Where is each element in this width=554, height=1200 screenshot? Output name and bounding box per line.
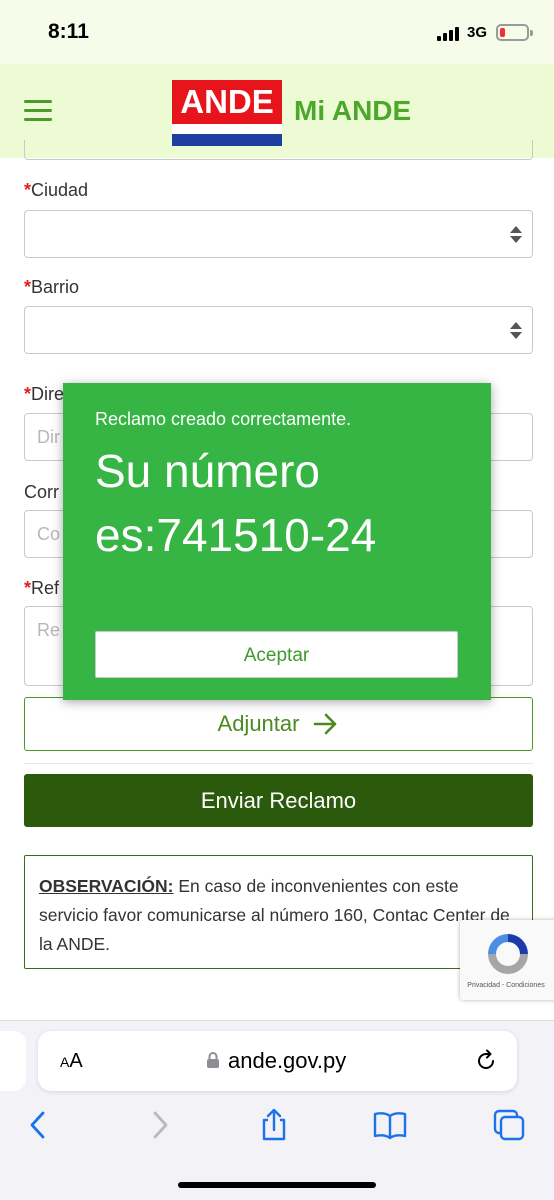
menu-icon[interactable] xyxy=(24,100,52,124)
back-icon[interactable] xyxy=(22,1108,56,1142)
network-type: 3G xyxy=(467,24,488,41)
adjuntar-label: Adjuntar xyxy=(217,711,300,736)
referencia-label: *Ref xyxy=(24,578,60,598)
divider xyxy=(24,763,533,764)
modal-message: Su número es:741510-24 xyxy=(95,445,377,561)
tabs-icon[interactable] xyxy=(492,1108,526,1142)
correo-label: Corr xyxy=(24,482,59,502)
previous-tab-peek[interactable] xyxy=(0,1031,26,1091)
battery-icon xyxy=(496,24,533,41)
signal-icon xyxy=(437,27,459,41)
direccion-label: *Dire xyxy=(24,384,65,404)
url-text: ande.gov.py xyxy=(228,1048,347,1073)
forward-icon[interactable] xyxy=(142,1108,176,1142)
ciudad-select[interactable] xyxy=(24,210,533,258)
previous-field[interactable] xyxy=(24,140,533,160)
enviar-reclamo-button[interactable]: Enviar Reclamo xyxy=(24,774,533,827)
barrio-label: *Barrio xyxy=(24,277,80,297)
arrow-right-icon xyxy=(314,713,337,735)
select-arrows-icon xyxy=(510,322,522,340)
page: 8:11 3G ANDE Mi ANDE *Ciudad *Barrio *Di… xyxy=(0,0,554,1200)
status-bar: 8:11 3G xyxy=(0,0,554,64)
bookmarks-icon[interactable] xyxy=(373,1108,407,1142)
share-icon[interactable] xyxy=(257,1108,291,1142)
barrio-select[interactable] xyxy=(24,306,533,354)
status-time: 8:11 xyxy=(48,20,89,43)
recaptcha-terms[interactable]: Privacidad - Condiciones xyxy=(460,982,552,989)
ande-logo[interactable]: ANDE xyxy=(172,80,282,146)
recaptcha-badge[interactable]: Privacidad - Condiciones xyxy=(460,920,554,1000)
lock-icon xyxy=(207,1052,219,1068)
observacion-title: OBSERVACIÓN: xyxy=(39,876,174,896)
success-modal: Reclamo creado correctamente. Su número … xyxy=(63,383,491,700)
logo-text: ANDE xyxy=(172,80,282,124)
address-bar[interactable]: AA ande.gov.py xyxy=(38,1031,517,1091)
observacion-box: OBSERVACIÓN: En caso de inconvenientes c… xyxy=(24,855,533,969)
modal-subtitle: Reclamo creado correctamente. xyxy=(95,409,352,429)
select-arrows-icon xyxy=(510,226,522,244)
reload-icon[interactable] xyxy=(474,1048,498,1072)
recaptcha-icon xyxy=(488,934,528,974)
home-indicator xyxy=(178,1182,376,1188)
adjuntar-button[interactable]: Adjuntar xyxy=(24,697,533,751)
app-title: Mi ANDE xyxy=(294,95,412,126)
aceptar-button[interactable]: Aceptar xyxy=(95,631,458,678)
ciudad-label: *Ciudad xyxy=(24,180,89,200)
text-size-button[interactable]: AA xyxy=(60,1050,83,1073)
